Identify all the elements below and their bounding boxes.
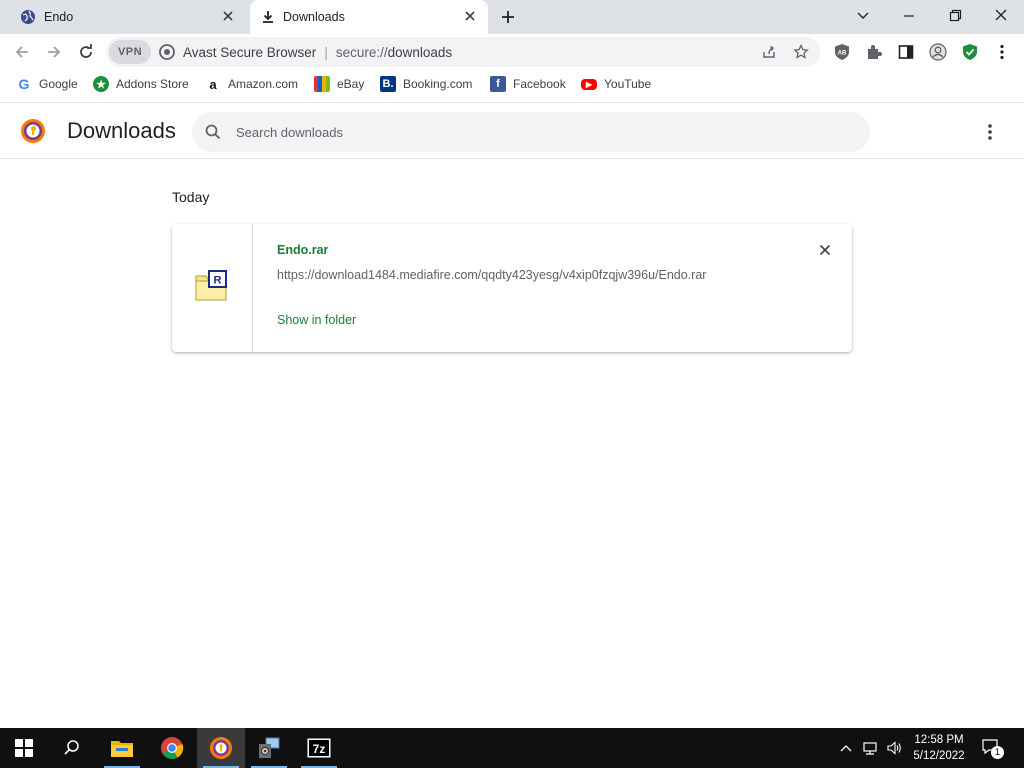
youtube-icon: ▶ — [581, 78, 597, 90]
facebook-icon: f — [490, 76, 506, 92]
reload-icon[interactable] — [76, 42, 96, 62]
search-input[interactable] — [236, 112, 836, 152]
avast-shield-icon — [159, 44, 175, 60]
avast-browser-icon — [210, 737, 232, 759]
close-tab-icon[interactable] — [462, 8, 478, 24]
taskbar-app[interactable] — [245, 728, 293, 768]
back-icon[interactable] — [12, 42, 32, 62]
bookmark-google[interactable]: G Google — [16, 76, 78, 92]
restore-icon[interactable] — [943, 5, 967, 27]
chrome-icon — [161, 737, 184, 759]
menu-kebab-icon[interactable] — [992, 42, 1012, 62]
page-title: Downloads — [67, 118, 176, 143]
extensions-icon[interactable] — [864, 42, 884, 62]
svg-text:7z: 7z — [313, 742, 326, 756]
sidebar-icon[interactable] — [896, 42, 916, 62]
action-center-button[interactable]: 1 — [981, 738, 1005, 759]
bookmark-ebay[interactable]: eBay — [314, 76, 364, 92]
close-window-icon[interactable] — [989, 5, 1013, 27]
volume-icon[interactable] — [886, 740, 902, 756]
bookmark-addons-store[interactable]: ★ Addons Store — [93, 76, 189, 92]
7zip-icon: 7z — [307, 738, 331, 758]
clock-date: 5/12/2022 — [913, 750, 965, 762]
amazon-icon: a — [209, 76, 217, 92]
bookmark-label: YouTube — [604, 77, 652, 91]
clock-time: 12:58 PM — [914, 734, 964, 746]
url-path: downloads — [387, 45, 453, 60]
taskbar-avast-browser[interactable] — [197, 728, 245, 768]
search-icon — [205, 124, 221, 140]
adblock-shield-icon[interactable]: AB — [832, 42, 852, 62]
rar-archive-icon: R — [195, 270, 227, 301]
bookmark-label: Amazon.com — [228, 77, 299, 91]
more-options-icon[interactable] — [980, 120, 1000, 144]
download-icon — [263, 11, 273, 23]
taskbar: 7z 12:58 PM 5/12/2022 1 — [0, 728, 1024, 768]
bookmark-label: Booking.com — [403, 77, 473, 91]
bookmarks-bar: G Google ★ Addons Store a Amazon.com eBa… — [0, 70, 1024, 98]
tab-search-icon[interactable] — [851, 5, 875, 27]
bookmark-label: eBay — [337, 77, 365, 91]
system-tool-icon — [259, 737, 280, 758]
show-hidden-icons-icon[interactable] — [838, 740, 854, 756]
avast-logo-icon — [21, 119, 45, 143]
date-section-label: Today — [172, 189, 210, 205]
tab-strip: Endo Downloads — [0, 0, 1024, 34]
network-icon[interactable] — [862, 740, 878, 756]
url-scheme: secure:// — [335, 45, 388, 60]
tab-endo[interactable]: Endo — [0, 0, 246, 34]
svg-text:R: R — [214, 275, 222, 287]
bookmark-booking[interactable]: B. Booking.com — [380, 76, 472, 92]
bookmark-youtube[interactable]: ▶ YouTube — [581, 76, 651, 92]
browser-name: Avast Secure Browser — [183, 45, 317, 60]
omnibox-text: Avast Secure Browser | secure://downloads — [183, 45, 452, 60]
bookmark-label: Addons Store — [116, 77, 189, 91]
google-icon: G — [18, 76, 30, 92]
ebay-icon — [314, 76, 330, 92]
folder-icon — [111, 741, 133, 757]
globe-icon — [21, 10, 35, 24]
bookmark-label: Facebook — [513, 77, 566, 91]
address-bar[interactable]: VPN Avast Secure Browser | secure://downlo… — [106, 37, 820, 67]
svg-text:AB: AB — [838, 51, 847, 57]
start-button[interactable] — [0, 728, 48, 768]
search-icon — [64, 740, 79, 755]
omnibox-separator: | — [324, 45, 328, 60]
security-shield-icon[interactable] — [960, 42, 980, 62]
file-icon-column: R — [172, 224, 253, 352]
tab-downloads[interactable]: Downloads — [250, 0, 488, 34]
taskbar-file-explorer[interactable] — [98, 728, 146, 768]
booking-icon: B. — [380, 76, 396, 92]
vpn-button[interactable]: VPN — [109, 40, 151, 64]
browser-toolbar: VPN Avast Secure Browser | secure://downlo… — [0, 34, 1024, 70]
show-in-folder-link[interactable]: Show in folder — [277, 313, 356, 327]
bookmark-label: Google — [39, 77, 78, 91]
download-item-card: R Endo.rar https://download1484.mediafir… — [172, 224, 852, 352]
bookmark-facebook[interactable]: f Facebook — [490, 76, 566, 92]
windows-logo-icon — [15, 739, 33, 757]
file-source-url[interactable]: https://download1484.mediafire.com/qqdty… — [277, 268, 706, 282]
addons-store-icon: ★ — [93, 76, 109, 92]
bookmark-star-icon[interactable] — [793, 44, 809, 60]
search-box[interactable] — [192, 112, 870, 152]
tab-title: Downloads — [283, 10, 345, 24]
share-icon[interactable] — [761, 44, 777, 60]
system-clock[interactable]: 12:58 PM 5/12/2022 — [906, 732, 972, 764]
taskbar-7zip[interactable]: 7z — [295, 728, 343, 768]
minimize-icon[interactable] — [897, 5, 921, 27]
close-tab-icon[interactable] — [220, 8, 236, 24]
forward-icon[interactable] — [44, 42, 64, 62]
new-tab-icon[interactable] — [498, 7, 518, 27]
bookmark-amazon[interactable]: a Amazon.com — [205, 76, 298, 92]
downloads-header: Downloads — [0, 102, 1024, 159]
profile-icon[interactable] — [928, 42, 948, 62]
taskbar-chrome[interactable] — [148, 728, 196, 768]
file-name-link[interactable]: Endo.rar — [277, 243, 328, 257]
notification-count-badge: 1 — [991, 746, 1004, 759]
tab-title: Endo — [44, 10, 74, 24]
taskbar-search-button[interactable] — [48, 728, 96, 768]
remove-download-icon[interactable] — [817, 242, 833, 258]
